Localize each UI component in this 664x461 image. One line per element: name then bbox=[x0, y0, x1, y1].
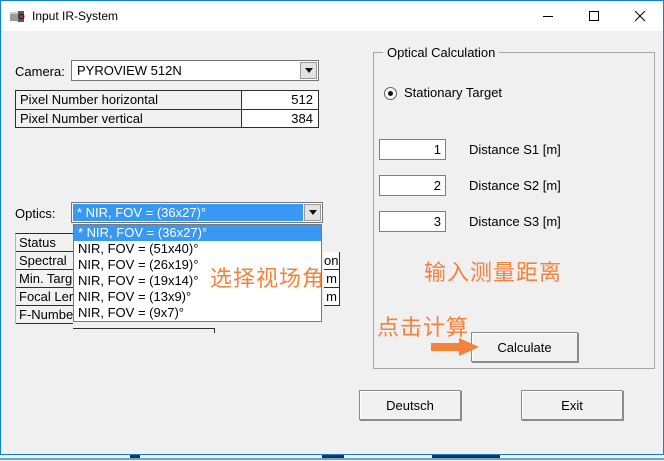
orange-arrow-icon bbox=[431, 338, 481, 356]
chevron-down-icon bbox=[305, 68, 313, 73]
optics-data-table-left-fragment: Status Spectral Min. Targ Focal Ler F-Nu… bbox=[15, 233, 73, 324]
optics-combobox[interactable]: * NIR, FOV = (36x27)° bbox=[71, 202, 323, 223]
optics-option-51x40[interactable]: NIR, FOV = (51x40)° bbox=[74, 241, 321, 257]
optics-table-column-divider bbox=[214, 328, 215, 333]
camera-combobox[interactable]: PYROVIEW 512N bbox=[71, 60, 319, 81]
calculate-button[interactable]: Calculate bbox=[471, 332, 578, 362]
optics-table-row-min-target: Min. Targ bbox=[16, 270, 73, 288]
distance-s1-label: Distance S1 [m] bbox=[469, 139, 561, 160]
optics-option-9x7[interactable]: NIR, FOV = (9x7)° bbox=[74, 305, 321, 321]
stationary-target-radio[interactable] bbox=[384, 87, 397, 100]
pixel-vertical-label: Pixel Number vertical bbox=[16, 110, 242, 127]
titlebar[interactable]: Input IR-System bbox=[1, 1, 663, 31]
camera-combobox-value: PYROVIEW 512N bbox=[73, 62, 299, 79]
optics-table-unit-fragment: m bbox=[324, 270, 339, 288]
distance-s2-input[interactable] bbox=[379, 175, 446, 196]
optics-table-bottom-border bbox=[73, 328, 215, 329]
pixel-vertical-value: 384 bbox=[242, 110, 318, 127]
optics-combobox-dropdown-button[interactable] bbox=[304, 204, 321, 221]
optics-table-row-focal-length: Focal Ler bbox=[16, 288, 73, 306]
optics-label: Optics: bbox=[15, 206, 55, 221]
pixel-horizontal-label: Pixel Number horizontal bbox=[16, 91, 242, 109]
chevron-down-icon bbox=[309, 210, 317, 215]
optics-combobox-value: * NIR, FOV = (36x27)° bbox=[73, 204, 303, 221]
table-row: Pixel Number horizontal 512 bbox=[16, 91, 318, 109]
optics-table-row-spectral: Spectral bbox=[16, 252, 73, 270]
background-glyphs bbox=[130, 455, 140, 458]
maximize-button[interactable] bbox=[571, 1, 617, 31]
table-row: Pixel Number vertical 384 bbox=[16, 109, 318, 127]
window-controls bbox=[525, 1, 663, 31]
input-ir-system-dialog: Input IR-System Camera: PYROVIEW 512N bbox=[0, 0, 664, 455]
optics-table-row-status: Status bbox=[16, 234, 73, 252]
optics-table-unit-fragment: m bbox=[324, 288, 339, 306]
deutsch-button[interactable]: Deutsch bbox=[359, 390, 461, 420]
distance-s1-input[interactable] bbox=[379, 139, 446, 160]
exit-button[interactable]: Exit bbox=[521, 390, 623, 420]
annotation-enter-distances: 输入测量距离 bbox=[424, 255, 562, 287]
camera-label: Camera: bbox=[15, 64, 65, 79]
radio-selected-dot bbox=[388, 91, 393, 96]
optics-table-row-f-number: F-Numbe bbox=[16, 306, 73, 324]
optical-calculation-title: Optical Calculation bbox=[383, 45, 499, 60]
distance-s2-label: Distance S2 [m] bbox=[469, 175, 561, 196]
stationary-target-label: Stationary Target bbox=[404, 85, 502, 100]
annotation-select-fov: 选择视场角 bbox=[210, 261, 325, 293]
close-button[interactable] bbox=[617, 1, 663, 31]
minimize-button[interactable] bbox=[525, 1, 571, 31]
ir-camera-icon bbox=[9, 8, 26, 24]
optics-option-36x27[interactable]: * NIR, FOV = (36x27)° bbox=[74, 225, 321, 241]
distance-s3-label: Distance S3 [m] bbox=[469, 211, 561, 232]
screen: Input IR-System Camera: PYROVIEW 512N bbox=[0, 0, 664, 461]
optics-data-table-right-fragment: on m m bbox=[324, 252, 340, 306]
camera-combobox-dropdown-button[interactable] bbox=[300, 62, 317, 79]
optics-table-unit-fragment: on bbox=[324, 252, 339, 270]
pixel-number-table: Pixel Number horizontal 512 Pixel Number… bbox=[15, 90, 319, 128]
window-title: Input IR-System bbox=[32, 9, 118, 23]
background-window-edge bbox=[0, 454, 664, 461]
background-window-border bbox=[0, 458, 664, 460]
distance-s3-input[interactable] bbox=[379, 211, 446, 232]
pixel-horizontal-value: 512 bbox=[242, 91, 318, 109]
